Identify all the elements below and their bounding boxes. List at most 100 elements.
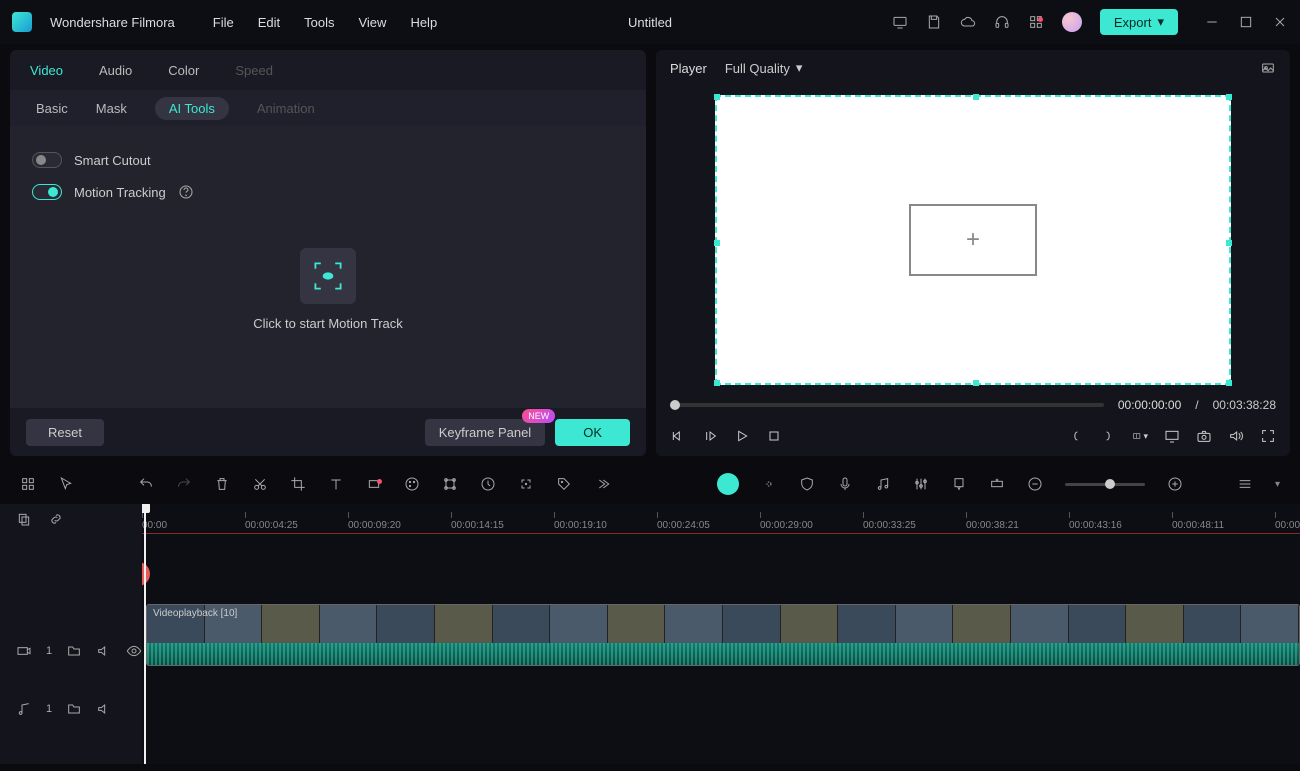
zoom-out-icon[interactable] (1027, 476, 1043, 492)
maximize-icon[interactable] (1238, 14, 1254, 30)
mute-icon[interactable] (96, 643, 112, 659)
save-icon[interactable] (926, 14, 942, 30)
undo-icon[interactable] (138, 476, 154, 492)
audio-track-icon (16, 701, 32, 717)
snapshot-panel-icon[interactable] (1260, 60, 1276, 76)
ruler-tick: 00:00:38:21 (966, 512, 1019, 531)
quality-select[interactable]: Full Quality ▾ (725, 60, 803, 76)
play-icon[interactable] (734, 428, 750, 444)
rect-icon[interactable] (366, 476, 382, 492)
menu-help[interactable]: Help (410, 15, 437, 30)
music-icon[interactable] (875, 476, 891, 492)
mute-icon[interactable] (96, 701, 112, 717)
fullscreen-icon[interactable] (1260, 428, 1276, 444)
mixer-icon[interactable] (913, 476, 929, 492)
tracking-box[interactable]: + (909, 204, 1037, 276)
menu-tools[interactable]: Tools (304, 15, 334, 30)
close-icon[interactable] (1272, 14, 1288, 30)
scrubber[interactable] (670, 403, 1104, 407)
ok-button[interactable]: OK (555, 419, 630, 446)
copy-track-icon[interactable] (16, 511, 32, 527)
motion-track-start[interactable]: Click to start Motion Track (32, 248, 624, 331)
motion-tracking-toggle[interactable] (32, 184, 62, 200)
quality-label: Full Quality (725, 61, 790, 76)
speed-icon[interactable] (480, 476, 496, 492)
sparkle-icon[interactable] (761, 476, 777, 492)
apps-icon[interactable] (1028, 14, 1044, 30)
ruler[interactable]: 00:0000:00:04:2500:00:09:2000:00:14:1500… (142, 504, 1300, 534)
audio-track-num: 1 (46, 703, 52, 715)
tab-video[interactable]: Video (30, 63, 63, 78)
mic-icon[interactable] (837, 476, 853, 492)
volume-icon[interactable] (1228, 428, 1244, 444)
audio-track-header: 1 (0, 680, 142, 738)
list-view-icon[interactable] (1237, 476, 1253, 492)
transform-icon[interactable] (442, 476, 458, 492)
target-icon[interactable] (518, 476, 534, 492)
preview-canvas[interactable]: + (715, 95, 1231, 385)
reset-button[interactable]: Reset (26, 419, 104, 446)
smart-cutout-toggle[interactable] (32, 152, 62, 168)
prev-frame-icon[interactable] (670, 428, 686, 444)
tab-audio[interactable]: Audio (99, 63, 132, 78)
timeline-tracks[interactable]: 00:0000:00:04:2500:00:09:2000:00:14:1500… (142, 504, 1300, 764)
minimize-icon[interactable] (1204, 14, 1220, 30)
view-dropdown-icon[interactable]: ▾ (1275, 479, 1280, 490)
ruler-tick: 00:00:09:20 (348, 512, 401, 531)
player-tab[interactable]: Player (670, 61, 707, 76)
mark-in-icon[interactable] (1068, 428, 1084, 444)
avatar[interactable] (1062, 12, 1082, 32)
cloud-icon[interactable] (960, 14, 976, 30)
delete-icon[interactable] (214, 476, 230, 492)
waveform (147, 643, 1299, 665)
monitor-icon[interactable] (892, 14, 908, 30)
ai-face-icon[interactable] (717, 473, 739, 495)
chevron-down-icon: ▾ (1157, 14, 1164, 30)
crop-icon[interactable] (290, 476, 306, 492)
mark-out-icon[interactable] (1100, 428, 1116, 444)
headphones-icon[interactable] (994, 14, 1010, 30)
tab-color[interactable]: Color (168, 63, 199, 78)
tab-basic[interactable]: Basic (36, 101, 68, 116)
eye-icon[interactable] (126, 643, 142, 659)
video-clip[interactable]: Videoplayback [10] (146, 604, 1300, 666)
help-icon[interactable] (178, 184, 194, 200)
folder-icon[interactable] (66, 643, 82, 659)
tab-speed: Speed (235, 63, 273, 78)
link-icon[interactable] (48, 511, 64, 527)
display-icon[interactable] (1164, 428, 1180, 444)
export-button[interactable]: Export ▾ (1100, 9, 1178, 35)
zoom-in-icon[interactable] (1167, 476, 1183, 492)
shield-icon[interactable] (799, 476, 815, 492)
stop-icon[interactable] (766, 428, 782, 444)
primary-tabs: Video Audio Color Speed (10, 50, 646, 90)
add-track-icon[interactable] (989, 476, 1005, 492)
playhead[interactable] (144, 504, 146, 764)
menu-edit[interactable]: Edit (258, 15, 280, 30)
inspector-panel: Video Audio Color Speed Basic Mask AI To… (10, 50, 646, 456)
grid-icon[interactable] (20, 476, 36, 492)
palette-icon[interactable] (404, 476, 420, 492)
camera-icon[interactable] (1196, 428, 1212, 444)
cursor-icon[interactable] (58, 476, 74, 492)
ruler-tick: 00:00:19:10 (554, 512, 607, 531)
text-icon[interactable] (328, 476, 344, 492)
marker-icon[interactable] (951, 476, 967, 492)
layout-icon[interactable]: ▾ (1132, 428, 1148, 444)
audio-row[interactable] (142, 676, 1300, 706)
keyframe-panel-button[interactable]: Keyframe Panel NEW (425, 419, 546, 446)
cut-icon[interactable] (252, 476, 268, 492)
menu-view[interactable]: View (358, 15, 386, 30)
play-pause-icon[interactable] (702, 428, 718, 444)
time-current: 00:00:00:00 (1118, 398, 1181, 412)
more-icon[interactable] (594, 476, 610, 492)
tab-ai-tools[interactable]: AI Tools (155, 97, 229, 120)
menu-file[interactable]: File (213, 15, 234, 30)
zoom-slider[interactable] (1065, 483, 1145, 486)
tab-mask[interactable]: Mask (96, 101, 127, 116)
motion-track-hint: Click to start Motion Track (32, 316, 624, 331)
redo-icon[interactable] (176, 476, 192, 492)
tag-icon[interactable] (556, 476, 572, 492)
folder-icon[interactable] (66, 701, 82, 717)
menubar: File Edit Tools View Help (213, 15, 437, 30)
